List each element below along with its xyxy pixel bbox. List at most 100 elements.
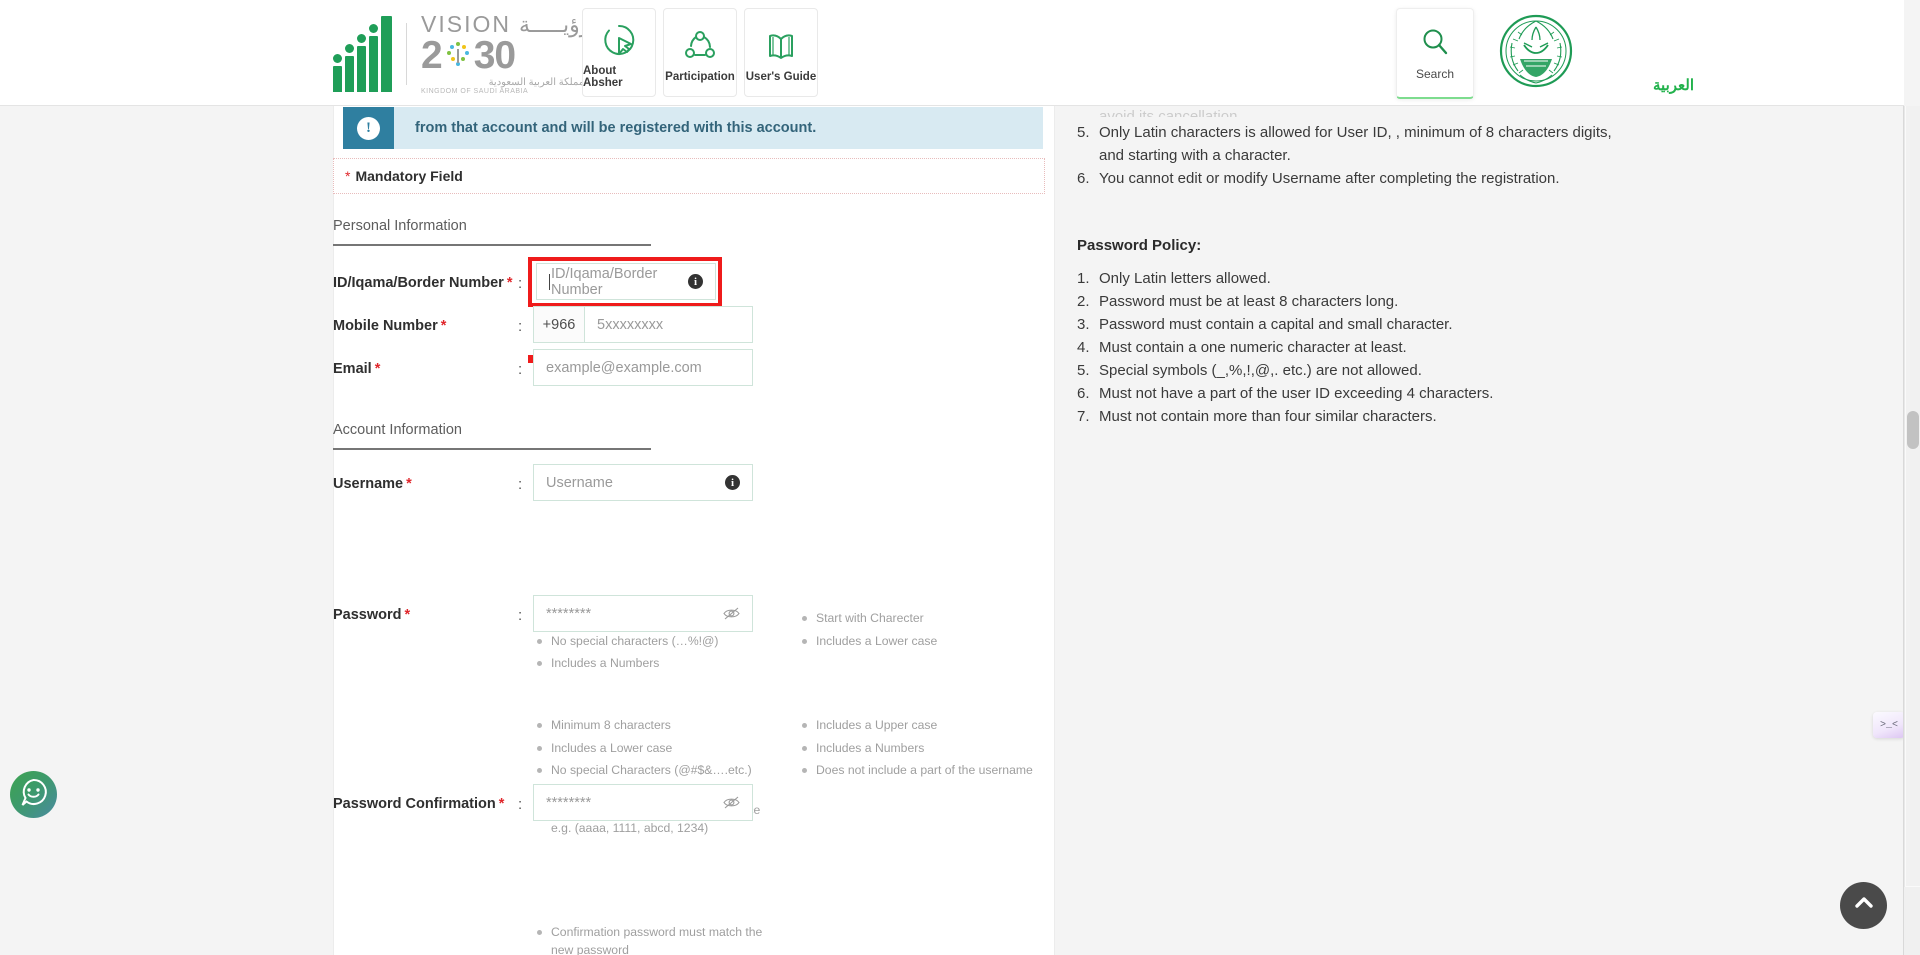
input-username-placeholder: Username (546, 474, 613, 491)
username-hints-right: Start with Charecter Includes a Lower ca… (802, 610, 1072, 678)
nav-tile-participation[interactable]: Participation (663, 8, 737, 97)
page-scrollbar[interactable] (1904, 106, 1920, 955)
kingdom-arabic-label: المملكة العربية السعودية (488, 76, 591, 88)
policy-help-panel: avoid its cancellation. 5. Only Latin ch… (1077, 106, 1797, 428)
scroll-to-top-button[interactable] (1840, 882, 1887, 929)
network-nodes-icon (682, 23, 718, 69)
input-email[interactable]: example@example.com (533, 349, 753, 386)
feedback-widget-button[interactable]: >_< (1873, 712, 1905, 738)
hint-item: Includes a Upper case (802, 717, 1072, 735)
password-hint-list: Minimum 8 characters Includes a Lower ca… (537, 717, 1072, 842)
policy-list-item: 5. Special symbols (_,%,!,@,. etc.) are n… (1077, 362, 1422, 379)
policy-list-item: 2. Password must be at least 8 characters… (1077, 293, 1399, 310)
section-rule-personal (333, 244, 651, 246)
hint-item: No special characters (…%!@) (537, 633, 802, 651)
saudi-ministry-emblem-icon (1498, 13, 1574, 89)
vision-word: VISION (421, 10, 511, 37)
nav-tile-users-guide[interactable]: User's Guide (744, 8, 818, 97)
info-banner: ! from that account and will be register… (343, 107, 1043, 149)
vision-2030-wordmark: VISION رؤيـــــة 2 30 المملكة العربية ال… (421, 10, 591, 95)
password-confirmation-hint-list: Confirmation password must match the new… (537, 924, 777, 955)
info-banner-text: from that account and will be registered… (415, 120, 817, 136)
policy-clipped-line: avoid its cancellation. (1099, 108, 1242, 117)
info-icon: ! (343, 107, 394, 149)
policy-list-item: 6. You cannot edit or modify Username af… (1077, 170, 1560, 187)
search-button[interactable]: Search (1396, 8, 1474, 99)
nav-tile-label: About Absher (583, 64, 623, 89)
cursor-circle-icon (601, 17, 637, 63)
password-hints-left: Minimum 8 characters Includes a Lower ca… (537, 717, 802, 842)
site-header: VISION رؤيـــــة 2 30 المملكة العربية ال… (0, 0, 1904, 106)
label-password: Password * (333, 607, 411, 623)
section-heading-account-information: Account Information (333, 422, 462, 438)
scrollbar-thumb[interactable] (1907, 411, 1919, 449)
input-mobile-number[interactable]: 5xxxxxxxx (585, 306, 753, 343)
toggle-password-visibility-icon[interactable] (723, 606, 740, 621)
input-password-placeholder: ******** (546, 605, 592, 622)
section-rule-account (333, 448, 651, 450)
search-label: Search (1415, 66, 1455, 81)
logo-divider (406, 22, 407, 85)
input-email-placeholder: example@example.com (546, 359, 702, 376)
hint-item: Includes a Numbers (802, 740, 1072, 758)
policy-list-item: 5. Only Latin characters is allowed for … (1077, 124, 1612, 164)
palm-dots-icon (443, 40, 473, 70)
kingdom-english-label: KINGDOM OF SAUDI ARABIA (421, 87, 529, 95)
hint-item: Confirmation password must match the new… (537, 924, 769, 955)
toggle-password-confirmation-visibility-icon[interactable] (723, 795, 740, 810)
input-password-confirmation-placeholder: ******** (546, 794, 592, 811)
label-password-confirmation: Password Confirmation * (333, 796, 505, 812)
nav-tile-about-absher[interactable]: About Absher (582, 8, 656, 97)
mandatory-field-note: * Mandatory Field (333, 158, 1045, 194)
header-nav-tiles: About Absher Participation User's Guide (582, 8, 818, 97)
scrollbar-track[interactable] (1906, 106, 1920, 886)
highlight-box-id-number (528, 257, 722, 307)
password-policy-title: Password Policy: (1077, 237, 1202, 254)
mandatory-asterisk: * (345, 168, 351, 184)
policy-list-item: 3. Password must contain a capital and sm… (1077, 316, 1453, 333)
input-password[interactable]: ******** (533, 595, 753, 632)
page-body: ! from that account and will be register… (0, 106, 1904, 955)
policy-list-item: 4. Must contain a one numeric character a… (1077, 339, 1407, 356)
hint-item: Includes a Lower case (802, 633, 1072, 651)
policy-list-item: 1. Only Latin letters allowed. (1077, 270, 1271, 287)
mobile-country-prefix: +966 (533, 306, 585, 343)
password-policy-list: 1. Only Latin letters allowed. 2. Password… (1077, 267, 1797, 428)
password-confirmation-hints: Confirmation password must match the new… (537, 924, 777, 955)
section-heading-personal-information: Personal Information (333, 218, 467, 234)
mandatory-field-label: Mandatory Field (355, 168, 463, 184)
input-group-mobile: +966 5xxxxxxxx (533, 306, 753, 343)
label-email: Email * (333, 361, 381, 377)
chevron-up-icon (1853, 892, 1875, 919)
hint-item: Includes a Numbers (537, 655, 802, 673)
policy-list-item: 7. Must not contain more than four simila… (1077, 408, 1437, 425)
label-id-number: ID/Iqama/Border Number * (333, 275, 513, 291)
search-icon (1419, 26, 1451, 63)
hint-item: Minimum 8 characters (537, 717, 802, 735)
vision-word-arabic: رؤيـــــة (518, 11, 591, 37)
chat-smiley-icon (17, 776, 50, 814)
language-switch-arabic[interactable]: العربية (1653, 76, 1694, 94)
hint-item: Does not include a part of the username (802, 762, 1072, 780)
label-username: Username * (333, 476, 412, 492)
username-policy-list: 5. Only Latin characters is allowed for … (1077, 121, 1797, 190)
nav-tile-label: Participation (665, 70, 735, 83)
chat-support-button[interactable] (10, 771, 57, 818)
input-password-confirmation[interactable]: ******** (533, 784, 753, 821)
open-book-icon (764, 23, 798, 69)
hint-item: No special Characters (@#$&….etc.) (537, 762, 802, 780)
vision-year-2030: 2 30 (421, 33, 516, 77)
input-username[interactable]: Username i (533, 464, 753, 501)
hint-item: Start with Charecter (802, 610, 1072, 628)
vision-2030-logo[interactable]: VISION رؤيـــــة 2 30 المملكة العربية ال… (333, 6, 590, 101)
password-hints-right: Includes a Upper case Includes a Numbers… (802, 717, 1072, 842)
scrollbar-bottom-strip (1904, 887, 1920, 955)
feedback-face-label: >_< (1879, 719, 1898, 731)
nav-tile-label: User's Guide (745, 70, 817, 83)
info-icon-username[interactable]: i (725, 475, 740, 490)
policy-list-item: 6. Must not have a part of the user ID ex… (1077, 385, 1494, 402)
label-mobile-number: Mobile Number * (333, 318, 447, 334)
palm-bars-logo-mark (333, 15, 392, 92)
hint-item: Includes a Lower case (537, 740, 802, 758)
input-mobile-placeholder: 5xxxxxxxx (597, 316, 664, 333)
